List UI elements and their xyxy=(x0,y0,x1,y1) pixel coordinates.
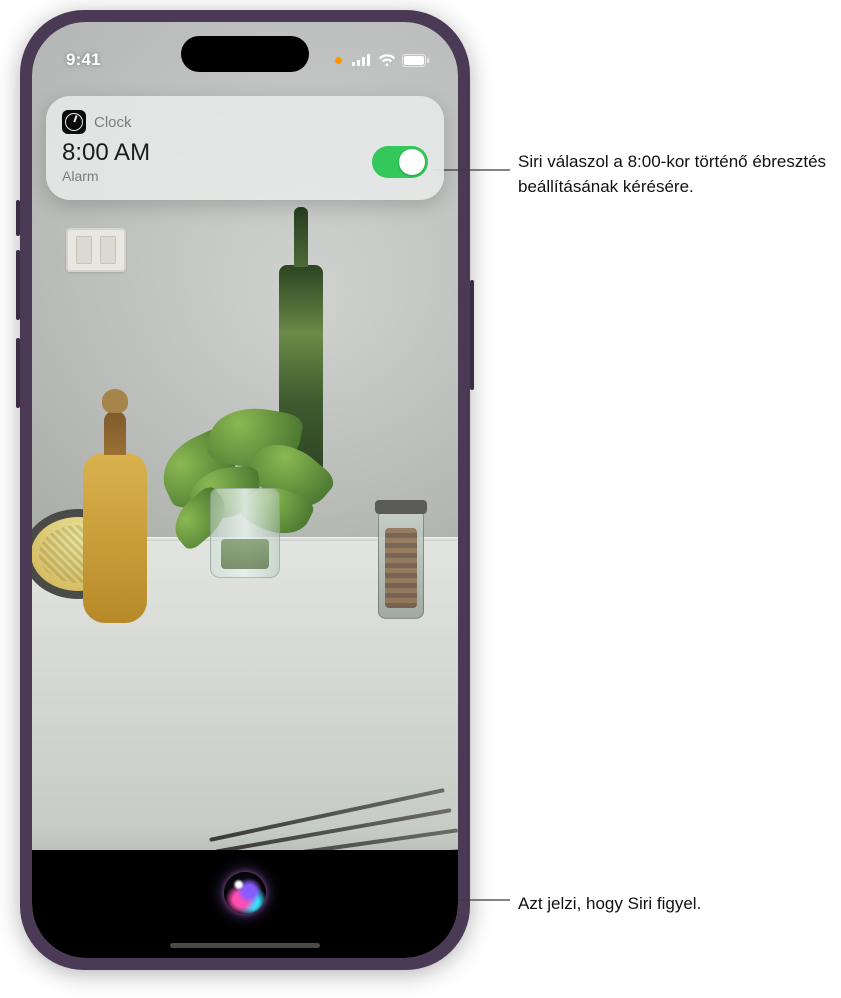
callout-alarm-response: Siri válaszol a 8:00-kor történő ébreszt… xyxy=(518,150,838,199)
app-name-label: Clock xyxy=(94,114,132,131)
mic-indicator-dot xyxy=(335,57,342,64)
alarm-time: 8:00 AM xyxy=(62,140,150,166)
wifi-icon xyxy=(378,54,396,67)
siri-orb-listening-indicator[interactable] xyxy=(224,872,266,914)
alarm-toggle-on[interactable] xyxy=(372,146,428,178)
callout-siri-listening: Azt jelzi, hogy Siri figyel. xyxy=(518,892,701,917)
alarm-label: Alarm xyxy=(62,168,150,184)
battery-icon xyxy=(402,54,430,67)
cellular-signal-icon xyxy=(352,54,372,66)
status-time: 9:41 xyxy=(66,50,101,70)
clock-app-icon xyxy=(62,110,86,134)
home-indicator[interactable] xyxy=(170,943,320,948)
dynamic-island xyxy=(181,36,309,72)
siri-response-clock-alarm-card[interactable]: Clock 8:00 AM Alarm xyxy=(46,96,444,200)
